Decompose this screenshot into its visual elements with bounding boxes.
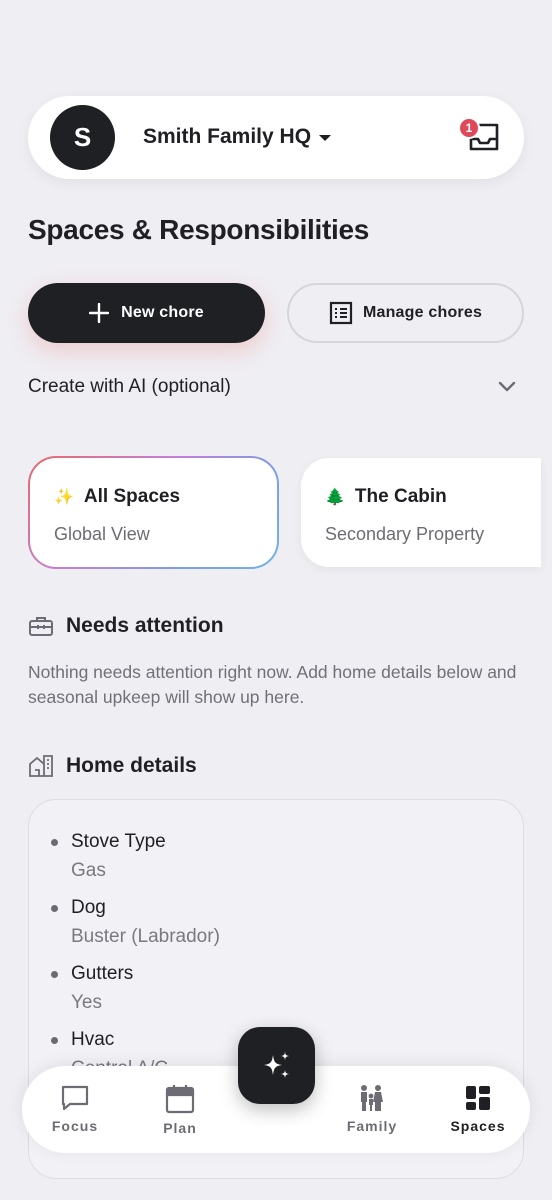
space-card-subtitle: Global View (54, 524, 150, 544)
caret-down-icon (319, 135, 332, 141)
building-icon (29, 755, 53, 777)
needs-attention-heading: Needs attention (28, 614, 224, 638)
space-card-title-text: The Cabin (354, 486, 447, 507)
chevron-down-icon (498, 381, 516, 392)
detail-value: Gas (71, 860, 106, 881)
sparkles-icon: ✨ (54, 489, 74, 506)
nav-label: Focus (51, 1118, 99, 1134)
list-item: Stove Type Gas (51, 831, 166, 882)
detail-value: Buster (Labrador) (71, 926, 220, 947)
new-chore-button[interactable]: New chore (28, 283, 265, 343)
nav-item-focus[interactable]: Focus (30, 1084, 120, 1134)
list-item: Dog Buster (Labrador) (51, 897, 220, 948)
needs-attention-title: Needs attention (66, 614, 224, 637)
plus-icon (89, 303, 110, 323)
nav-label: Family (346, 1118, 398, 1134)
nav-label: Plan (163, 1120, 197, 1136)
nav-label: Spaces (450, 1118, 506, 1134)
space-card-all-spaces[interactable]: ✨ All Spaces Global View (28, 456, 279, 569)
detail-key: Gutters (71, 963, 134, 984)
space-card-subtitle: Secondary Property (325, 524, 485, 544)
calendar-icon (165, 1085, 195, 1114)
page-title: Spaces & Responsibilities (28, 214, 370, 245)
detail-key: Hvac (71, 1029, 115, 1050)
household-name: Smith Family HQ (143, 125, 312, 148)
nav-item-plan[interactable]: Plan (135, 1084, 225, 1136)
ai-sparkle-button[interactable] (238, 1027, 315, 1104)
space-card-title: ✨ All Spaces (54, 486, 180, 508)
space-card-title: 🌲 The Cabin (325, 486, 447, 508)
bullet (51, 1037, 58, 1044)
needs-attention-message: Nothing needs attention right now. Add h… (28, 662, 517, 707)
nav-item-spaces[interactable]: Spaces (433, 1084, 523, 1134)
bullet (51, 905, 58, 912)
home-details-title: Home details (66, 754, 197, 777)
manage-chores-button[interactable]: Manage chores (287, 283, 524, 343)
household-switcher[interactable]: Smith Family HQ (143, 125, 332, 149)
manage-chores-label: Manage chores (362, 304, 483, 321)
chat-bubble-icon (61, 1085, 89, 1111)
avatar-initial: S (73, 122, 92, 152)
create-with-ai-label: Create with AI (optional) (28, 376, 231, 397)
detail-value: Yes (71, 992, 102, 1013)
family-icon (361, 1085, 383, 1111)
new-chore-label: New chore (121, 304, 204, 321)
space-card-the-cabin[interactable]: 🌲 The Cabin Secondary Property (301, 458, 541, 567)
inbox-badge: 1 (458, 117, 480, 139)
bullet (51, 839, 58, 846)
detail-key: Dog (71, 897, 106, 918)
nav-item-family[interactable]: Family (327, 1084, 417, 1134)
tree-icon: 🌲 (325, 489, 345, 506)
space-card-title-text: All Spaces (83, 486, 181, 507)
bullet (51, 971, 58, 978)
sparkles-icon (263, 1051, 289, 1078)
household-header: S Smith Family HQ (28, 96, 524, 179)
spaces-grid-icon (466, 1086, 490, 1110)
avatar[interactable]: S (50, 105, 115, 170)
list-icon (329, 301, 353, 325)
detail-key: Stove Type (71, 831, 166, 852)
toolbox-icon (29, 617, 53, 636)
list-item: Gutters Yes (51, 963, 134, 1014)
create-with-ai-toggle[interactable]: Create with AI (optional) (28, 376, 524, 398)
home-details-heading: Home details (28, 754, 197, 778)
